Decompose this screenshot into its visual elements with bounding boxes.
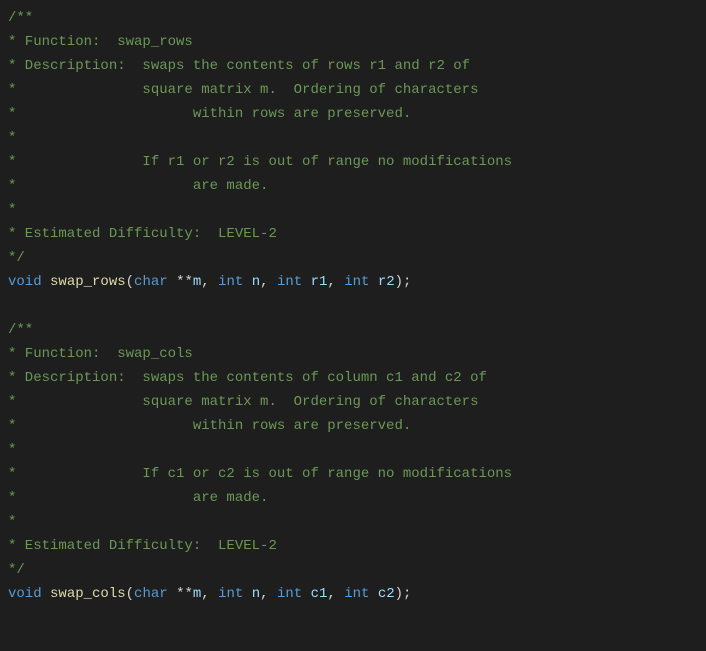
comment-line: */ <box>8 562 25 578</box>
comment-block-1: /** * Function: swap_rows * Description:… <box>8 10 512 266</box>
signature-line-2: void swap_cols(char **m, int n, int c1, … <box>8 586 411 602</box>
comment-line: * <box>8 202 16 218</box>
keyword-char: char <box>134 274 168 290</box>
keyword-void: void <box>8 586 42 602</box>
keyword-int: int <box>344 274 369 290</box>
param-r2: r2 <box>378 274 395 290</box>
paren-close: ); <box>395 586 412 602</box>
comma: , <box>327 274 344 290</box>
comment-line: * within rows are preserved. <box>8 106 411 122</box>
keyword-char: char <box>134 586 168 602</box>
comment-line: * Description: swaps the contents of col… <box>8 370 495 386</box>
stars: ** <box>176 274 193 290</box>
keyword-int: int <box>218 586 243 602</box>
paren-open: ( <box>126 586 134 602</box>
comma: , <box>201 586 218 602</box>
paren-open: ( <box>126 274 134 290</box>
space <box>243 586 251 602</box>
function-name: swap_cols <box>50 586 126 602</box>
param-n: n <box>252 274 260 290</box>
comma: , <box>327 586 344 602</box>
comment-line: * <box>8 130 16 146</box>
space <box>369 274 377 290</box>
comment-line: * square matrix m. Ordering of character… <box>8 394 478 410</box>
comment-line: * If r1 or r2 is out of range no modific… <box>8 154 512 170</box>
keyword-int: int <box>277 274 302 290</box>
keyword-int: int <box>344 586 369 602</box>
signature-line-1: void swap_rows(char **m, int n, int r1, … <box>8 274 411 290</box>
code-editor: /** * Function: swap_rows * Description:… <box>0 0 706 612</box>
comment-line: * <box>8 514 16 530</box>
param-c1: c1 <box>311 586 328 602</box>
comment-block-2: /** * Function: swap_cols * Description:… <box>8 322 512 578</box>
comment-line: * are made. <box>8 490 268 506</box>
comment-line: * If c1 or c2 is out of range no modific… <box>8 466 512 482</box>
function-name: swap_rows <box>50 274 126 290</box>
comment-line: * Estimated Difficulty: LEVEL-2 <box>8 538 277 554</box>
space <box>168 274 176 290</box>
comment-line: * Estimated Difficulty: LEVEL-2 <box>8 226 277 242</box>
comma: , <box>260 586 277 602</box>
param-n: n <box>252 586 260 602</box>
comment-line: */ <box>8 250 25 266</box>
param-c2: c2 <box>378 586 395 602</box>
space <box>42 586 50 602</box>
space <box>369 586 377 602</box>
comment-line: * square matrix m. Ordering of character… <box>8 82 478 98</box>
comment-line: * <box>8 442 16 458</box>
comment-line: /** <box>8 322 33 338</box>
param-r1: r1 <box>311 274 328 290</box>
space <box>168 586 176 602</box>
comment-line: * Description: swaps the contents of row… <box>8 58 478 74</box>
comment-line: * Function: swap_rows <box>8 34 193 50</box>
comment-line: /** <box>8 10 33 26</box>
paren-close: ); <box>395 274 412 290</box>
keyword-int: int <box>277 586 302 602</box>
keyword-void: void <box>8 274 42 290</box>
stars: ** <box>176 586 193 602</box>
space <box>243 274 251 290</box>
keyword-int: int <box>218 274 243 290</box>
space <box>42 274 50 290</box>
comma: , <box>260 274 277 290</box>
comment-line: * are made. <box>8 178 268 194</box>
comment-line: * Function: swap_cols <box>8 346 193 362</box>
space <box>302 274 310 290</box>
space <box>302 586 310 602</box>
comment-line: * within rows are preserved. <box>8 418 411 434</box>
comma: , <box>201 274 218 290</box>
